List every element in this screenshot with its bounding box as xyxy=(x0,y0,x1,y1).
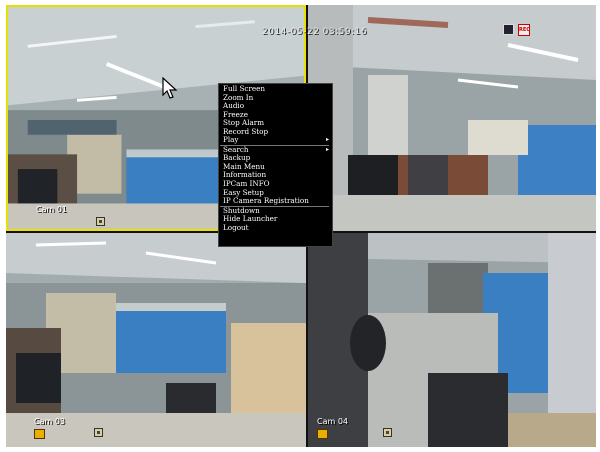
camera-tile-3[interactable]: Cam 03 xyxy=(6,233,306,447)
menu-item-ip-camera-registration[interactable]: IP Camera Registration xyxy=(223,196,332,206)
camera-feed-2 xyxy=(308,5,596,231)
camera-feed-4 xyxy=(308,233,596,447)
rec-icon: REC xyxy=(518,24,530,36)
record-status-icon xyxy=(317,429,328,439)
camera-tile-4[interactable]: Cam 04 xyxy=(308,233,596,447)
submenu-arrow-icon: ▸ xyxy=(325,136,329,144)
camera-status-icon xyxy=(96,217,105,226)
menu-item-logout[interactable]: Logout xyxy=(223,223,332,233)
mouse-cursor-icon xyxy=(162,77,178,99)
context-menu: Full Screen Zoom In Audio Freeze Stop Al… xyxy=(218,83,333,247)
timestamp: 2014-05-22 03:59:16 xyxy=(262,27,368,37)
submenu-arrow-icon: ▸ xyxy=(325,145,329,153)
camera-feed-3 xyxy=(6,233,306,447)
camera-label-1: Cam 01 xyxy=(36,205,68,214)
camera-label-3: Cam 03 xyxy=(34,417,66,426)
menu-item-play[interactable]: Play ▸ xyxy=(223,136,332,145)
camera-label-4: Cam 04 xyxy=(317,417,349,426)
record-status-icon xyxy=(34,429,45,439)
hdd-icon xyxy=(503,24,514,35)
camera-status-icon xyxy=(383,428,392,437)
menu-item-record-stop[interactable]: Record Stop xyxy=(223,127,332,137)
camera-status-icon xyxy=(94,428,103,437)
camera-tile-2[interactable] xyxy=(308,5,596,231)
